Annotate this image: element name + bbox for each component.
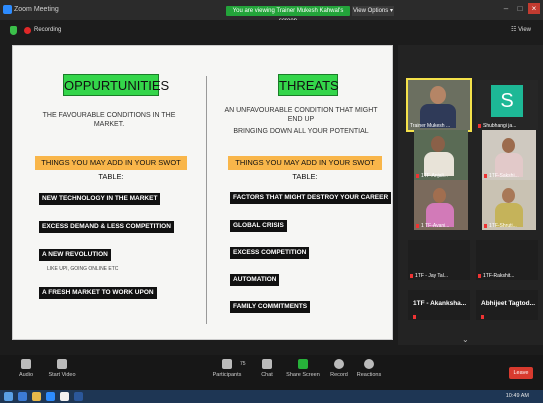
meeting-toolbar: Audio Start Video Participants 75 Chat S…	[0, 355, 543, 390]
participant-tile[interactable]: S Shubhangi ja...	[476, 80, 538, 130]
zoom-window: Zoom Meeting You are viewing Trainer Muk…	[0, 0, 543, 403]
view-label: View	[518, 27, 531, 33]
opportunities-swot-banner: THINGS YOU MAY ADD IN YOUR SWOT TABLE:	[35, 156, 187, 181]
mic-muted-icon	[413, 315, 416, 319]
participants-label: Participants	[212, 372, 242, 378]
participant-face	[502, 138, 515, 153]
minimize-icon[interactable]: –	[500, 3, 512, 14]
participant-name: 1TF-Rakshit...	[483, 273, 515, 279]
viewing-screen-banner: You are viewing Trainer Mukesh Kahwal's …	[226, 6, 350, 24]
participant-tile[interactable]: 1TF - Jay Tal...	[408, 240, 470, 280]
zoom-app-icon[interactable]	[46, 392, 55, 401]
participant-tile[interactable]: 1TF-Sakshi...	[482, 130, 536, 180]
participant-name: 1TF - Jay Tal...	[415, 273, 448, 279]
mic-muted-icon	[484, 224, 487, 228]
reactions-button[interactable]: Reactions	[347, 359, 391, 378]
threat-item: GLOBAL CRISIS	[230, 220, 287, 232]
mic-muted-icon	[410, 274, 413, 278]
threat-item: EXCESS COMPETITION	[230, 247, 310, 259]
share-screen-label: Share Screen	[286, 372, 320, 378]
audio-label: Audio	[18, 372, 34, 378]
mic-muted-icon	[484, 174, 487, 178]
opportunity-item: NEW TECHNOLOGY IN THE MARKET	[39, 193, 161, 205]
file-explorer-icon[interactable]	[32, 392, 41, 401]
threat-item: FAMILY COMMITMENTS	[230, 301, 311, 313]
taskbar-clock: 10:49 AM	[505, 393, 529, 399]
threats-description-line2: BRINGING DOWN ALL YOUR POTENTIAL	[233, 128, 369, 135]
mic-muted-icon	[481, 315, 484, 319]
mic-muted-icon	[416, 174, 419, 178]
opportunities-heading: OPPURTUNITIES	[63, 74, 169, 96]
word-icon[interactable]	[74, 392, 83, 401]
maximize-icon[interactable]: □	[514, 3, 526, 14]
browser-icon[interactable]	[60, 392, 69, 401]
opportunity-item: EXCESS DEMAND & LESS COMPETITION	[39, 221, 174, 233]
participant-tile[interactable]: Trainer Mukesh ...	[406, 78, 472, 132]
threats-heading: THREATS	[278, 74, 339, 96]
participants-icon	[222, 359, 232, 369]
mic-muted-icon	[478, 124, 481, 128]
participant-face	[433, 188, 446, 203]
threat-item: AUTOMATION	[230, 274, 280, 286]
participant-face	[431, 136, 445, 152]
search-icon[interactable]	[18, 392, 27, 401]
threat-item: FACTORS THAT MIGHT DESTROY YOUR CAREER	[230, 192, 392, 204]
participant-gallery: Trainer Mukesh ... S Shubhangi ja... 1TF…	[398, 45, 543, 345]
security-shield-icon[interactable]	[10, 26, 17, 35]
participant-tile[interactable]: 1 TF-Avani...	[414, 180, 468, 230]
mic-muted-icon	[478, 274, 481, 278]
video-camera-icon	[57, 359, 67, 369]
title-bar: Zoom Meeting You are viewing Trainer Muk…	[0, 0, 543, 24]
microphone-icon	[21, 359, 31, 369]
mic-muted-icon	[416, 224, 419, 228]
participant-name: 1 TF-Avani...	[421, 223, 450, 229]
participant-name: 1TF-Sakshi...	[489, 173, 519, 179]
share-screen-icon	[298, 359, 308, 369]
record-label: Record	[330, 372, 348, 378]
column-divider	[206, 76, 207, 324]
view-button[interactable]: ☷ View	[511, 26, 531, 33]
participant-name: 1TF - Akanksha...	[413, 300, 467, 307]
start-icon[interactable]	[4, 392, 13, 401]
opportunities-description: THE FAVOURABLE CONDITIONS IN THE MARKET.	[42, 112, 176, 128]
participant-name: Abhijeet Tagtod...	[481, 300, 536, 307]
opportunity-item: A FRESH MARKET TO WORK UPON	[39, 287, 157, 299]
participant-tile[interactable]: 1TF-Shruti...	[482, 180, 536, 230]
threats-description-line1: AN UNFAVOURABLE CONDITION THAT MIGHT END…	[224, 107, 378, 123]
zoom-logo-icon	[3, 5, 12, 14]
threats-swot-banner: THINGS YOU MAY ADD IN YOUR SWOT TABLE:	[228, 156, 382, 181]
chat-label: Chat	[261, 372, 273, 378]
reactions-icon	[364, 359, 374, 369]
participant-name: Shubhangi ja...	[483, 123, 517, 129]
close-icon[interactable]: ×	[528, 3, 540, 14]
window-title: Zoom Meeting	[14, 6, 59, 13]
leave-button[interactable]: Leave	[509, 367, 533, 379]
participant-name: 1TF-Shruti...	[489, 223, 517, 229]
start-video-label: Start Video	[48, 372, 76, 378]
recording-icon	[24, 27, 31, 34]
meeting-info-row: Recording ☷ View	[0, 20, 543, 42]
shared-screen-slide: OPPURTUNITIES THE FAVOURABLE CONDITIONS …	[12, 45, 393, 340]
recording-label: Recording	[34, 27, 62, 33]
view-options-button[interactable]: View Options ▾	[352, 6, 394, 16]
os-taskbar: 10:49 AM	[0, 390, 543, 403]
start-video-button[interactable]: Start Video	[40, 359, 84, 378]
participant-tile[interactable]: 1TF-Rakshit...	[476, 240, 538, 280]
chevron-down-icon[interactable]: ⌄	[462, 335, 469, 344]
record-icon	[334, 359, 344, 369]
participant-name: Trainer Mukesh ...	[410, 123, 451, 129]
participant-face	[502, 188, 515, 203]
opportunity-note: LIKE UPI, GOING ONLINE ETC	[47, 266, 119, 272]
participant-tile[interactable]: 1TF-Anjali...	[414, 130, 468, 180]
participant-tile[interactable]: 1TF - Akanksha...	[408, 290, 470, 320]
reactions-label: Reactions	[356, 372, 382, 378]
chat-icon	[262, 359, 272, 369]
participant-name: 1TF-Anjali...	[421, 173, 448, 179]
participant-face	[430, 86, 446, 104]
participant-tile[interactable]: Abhijeet Tagtod...	[476, 290, 538, 320]
opportunity-item: A NEW REVOLUTION	[39, 249, 111, 261]
participant-avatar: S	[491, 85, 523, 117]
